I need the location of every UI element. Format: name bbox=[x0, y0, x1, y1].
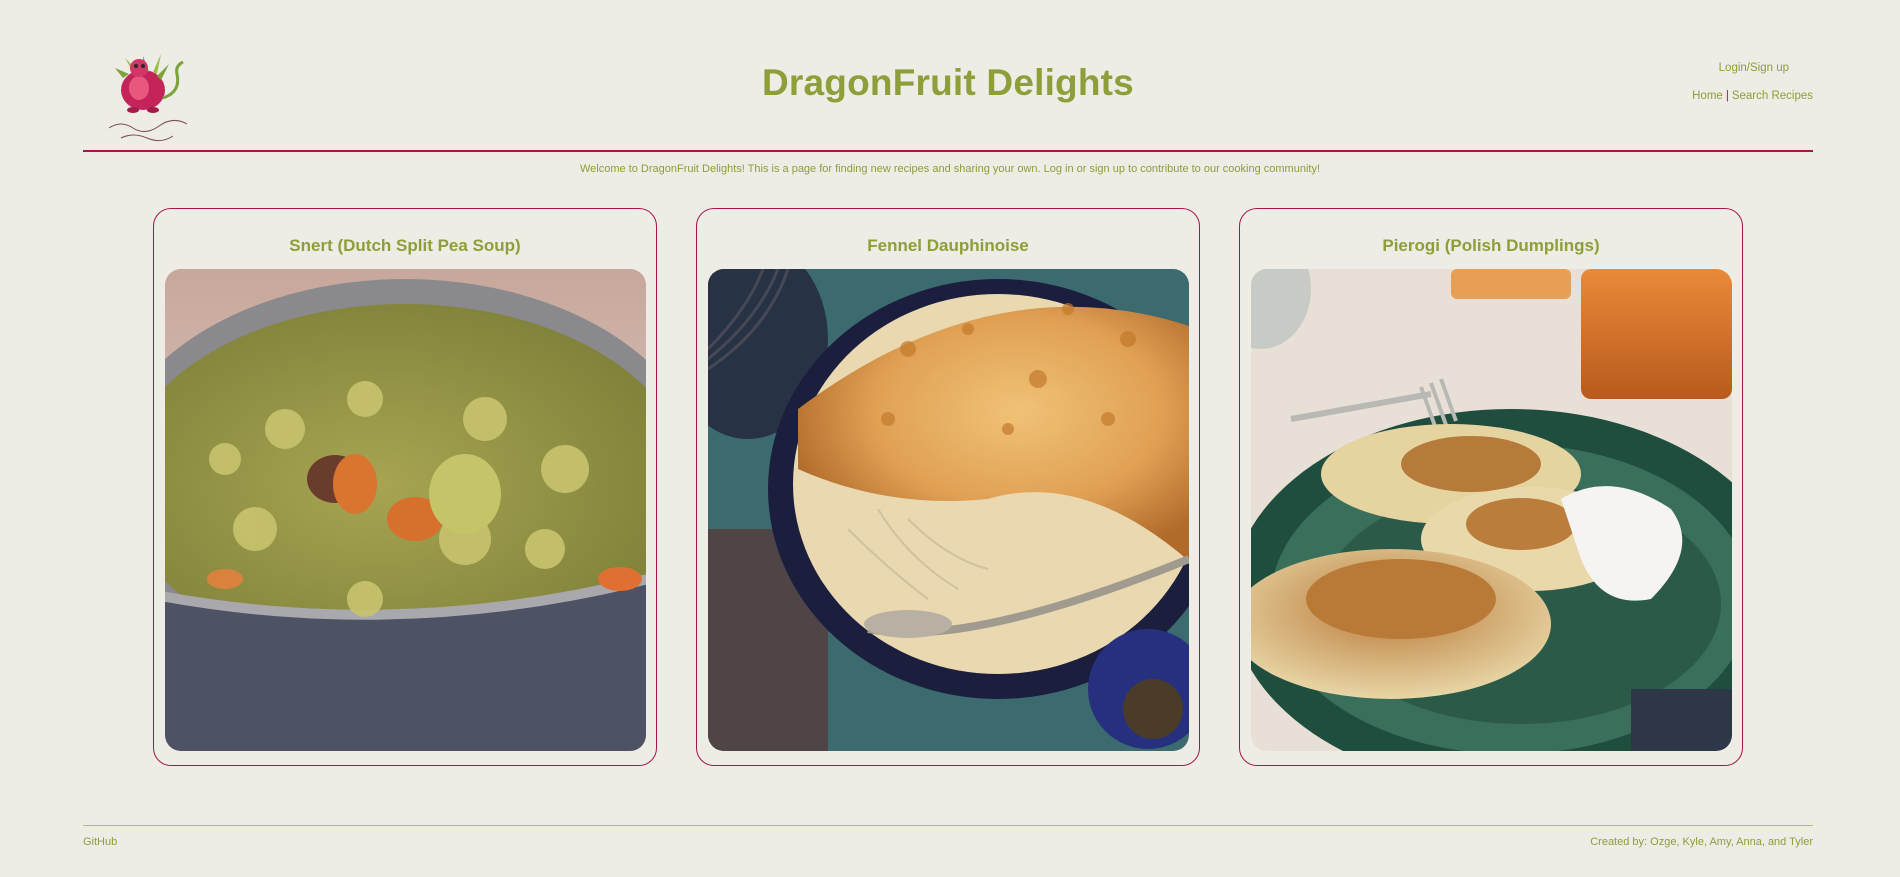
nav-separator: | bbox=[1725, 90, 1729, 102]
recipe-image-pierogi[interactable] bbox=[1251, 269, 1732, 751]
site-footer: GitHub Created by: Ozge, Kyle, Amy, Anna… bbox=[83, 825, 1813, 848]
recipe-title[interactable]: Snert (Dutch Split Pea Soup) bbox=[154, 236, 656, 256]
dauphinoise-image bbox=[708, 269, 1189, 751]
site-title: DragonFruit Delights bbox=[762, 62, 1134, 103]
recipe-image-fennel-dauphinoise[interactable] bbox=[708, 269, 1189, 751]
recipe-card-pierogi[interactable]: Pierogi (Polish Dumplings) bbox=[1239, 208, 1743, 766]
recipe-title[interactable]: Fennel Dauphinoise bbox=[697, 236, 1199, 256]
recipe-card-fennel-dauphinoise[interactable]: Fennel Dauphinoise bbox=[696, 208, 1200, 766]
header-nav: Login/Sign up Home | Search Recipes bbox=[1692, 62, 1813, 102]
nav-search-recipes-link[interactable]: Search Recipes bbox=[1732, 90, 1813, 102]
pea-soup-image bbox=[165, 269, 646, 751]
recipe-card-snert[interactable]: Snert (Dutch Split Pea Soup) bbox=[153, 208, 657, 766]
main-nav: Home | Search Recipes bbox=[1692, 90, 1813, 102]
nav-home-link[interactable]: Home bbox=[1692, 90, 1723, 102]
pierogi-image bbox=[1251, 269, 1732, 751]
welcome-message: Welcome to DragonFruit Delights! This is… bbox=[579, 163, 1321, 175]
recipe-image-snert[interactable] bbox=[165, 269, 646, 751]
recipe-title[interactable]: Pierogi (Polish Dumplings) bbox=[1240, 236, 1742, 256]
recipe-cards: Snert (Dutch Split Pea Soup) Fennel Daup… bbox=[153, 208, 1743, 768]
github-link[interactable]: GitHub bbox=[83, 836, 117, 848]
credits-text: Created by: Ozge, Kyle, Amy, Anna, and T… bbox=[1590, 836, 1813, 848]
login-signup-link[interactable]: Login/Sign up bbox=[1692, 62, 1789, 74]
site-header: DragonFruit Delights Login/Sign up Home |… bbox=[83, 0, 1813, 152]
